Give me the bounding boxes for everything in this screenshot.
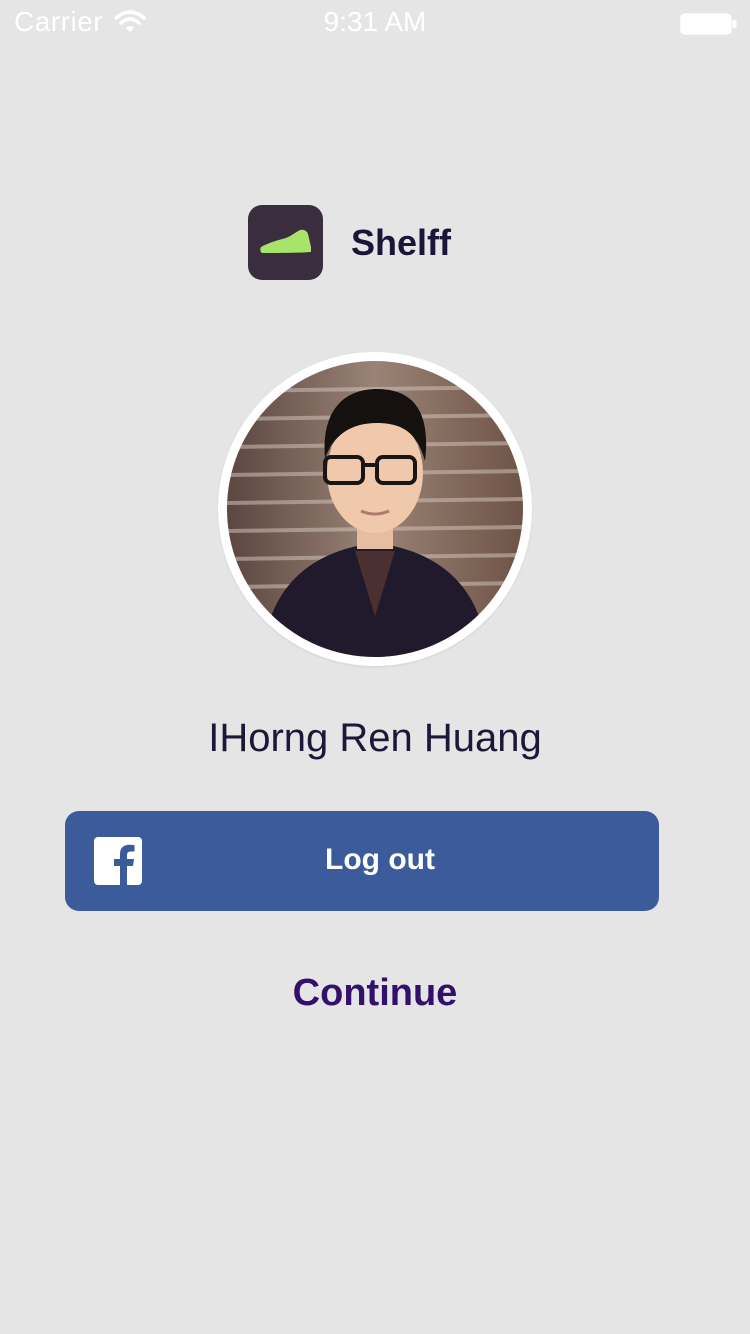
profile-photo xyxy=(227,361,523,657)
user-name: IHorng Ren Huang xyxy=(208,716,542,760)
status-time: 9:31 AM xyxy=(323,6,427,37)
battery-icon xyxy=(680,13,737,35)
logout-label: Log out xyxy=(325,843,435,876)
status-bar: Carrier 9:31 AM xyxy=(0,0,750,40)
continue-button[interactable]: Continue xyxy=(0,972,750,1015)
avatar xyxy=(218,352,532,666)
logout-button[interactable]: Log out xyxy=(65,811,659,911)
sneaker-icon xyxy=(259,229,311,253)
app-name: Shelff xyxy=(351,221,452,263)
app-logo xyxy=(248,205,323,280)
app-header: Shelff xyxy=(248,205,451,280)
